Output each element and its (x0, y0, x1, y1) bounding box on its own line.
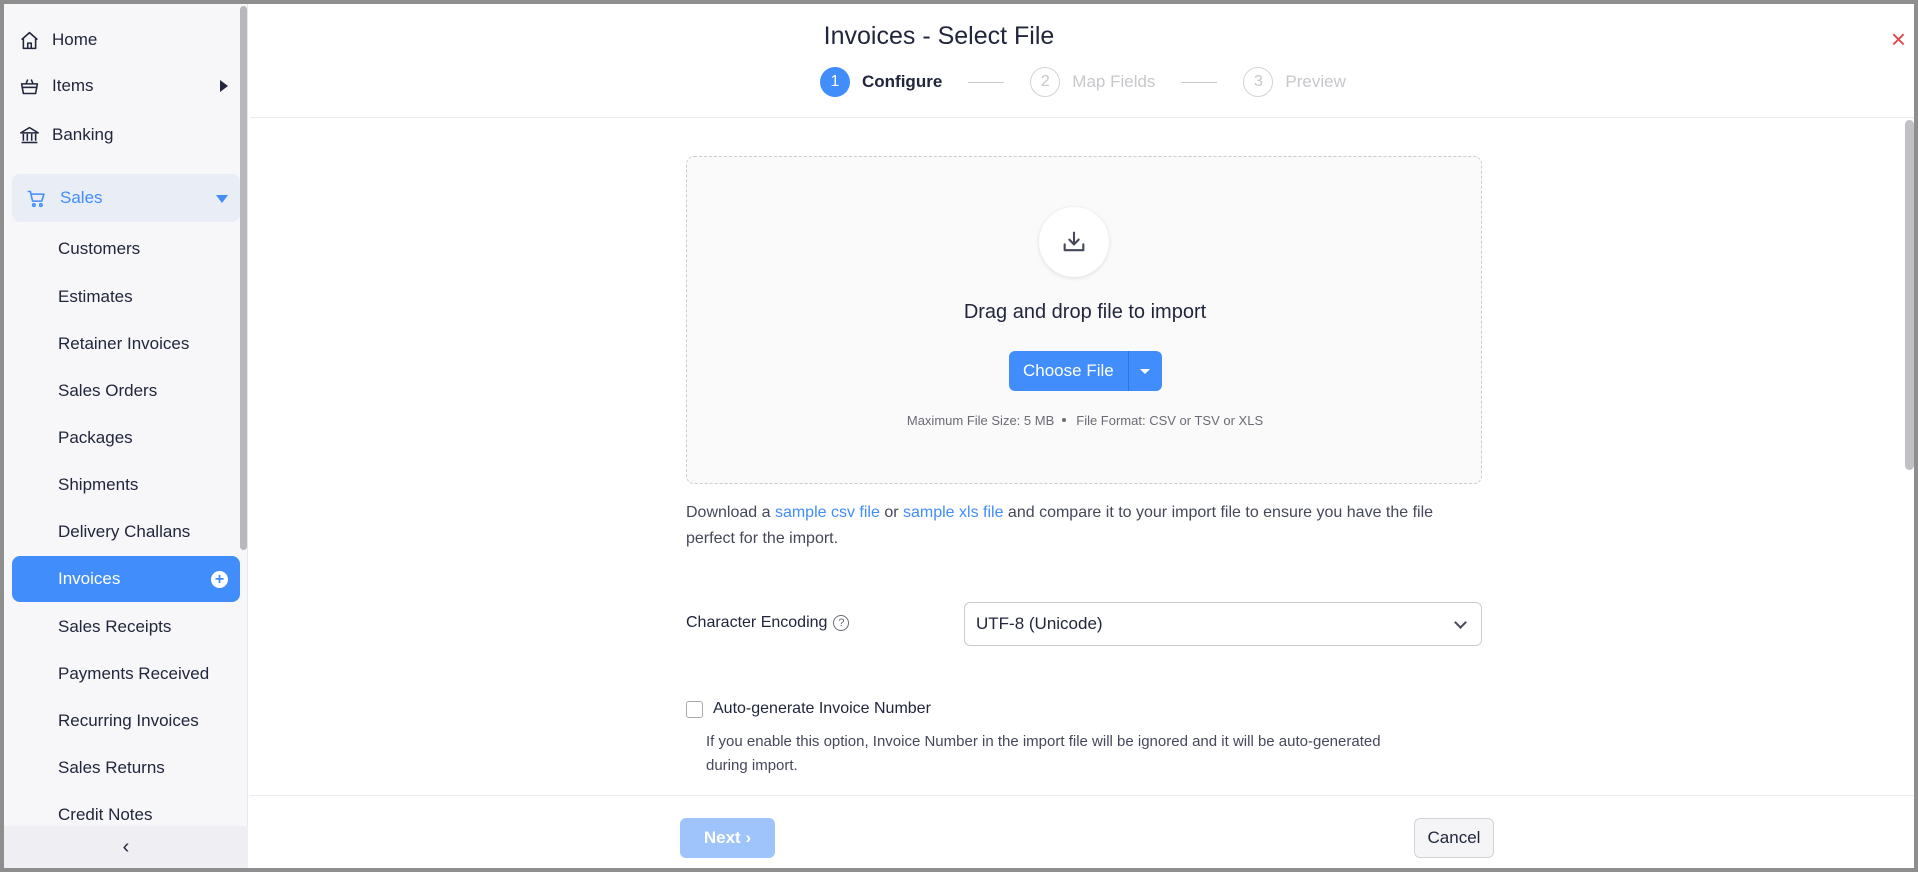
sidebar-item-label: Packages (58, 428, 133, 447)
sidebar-item-label: Credit Notes (58, 805, 153, 824)
home-icon (18, 29, 40, 51)
sidebar-item-label: Shipments (58, 475, 139, 494)
auto-generate-label[interactable]: Auto-generate Invoice Number (713, 700, 931, 718)
sidebar: Home Items Banking Sales Customers Estim… (4, 4, 248, 868)
collapse-arrow-icon[interactable] (216, 195, 228, 203)
sidebar-item-label: Payments Received (58, 664, 210, 683)
sample-download-text: Download a sample csv file or sample xls… (686, 500, 1486, 552)
cancel-button[interactable]: Cancel (1414, 818, 1494, 858)
sidebar-item-sales-returns[interactable]: Sales Returns (12, 745, 240, 791)
choose-file-label[interactable]: Choose File (1009, 351, 1129, 391)
sidebar-item-label: Sales Receipts (58, 617, 172, 636)
step-label: Configure (862, 72, 943, 91)
page-title: Invoices - Select File (823, 22, 1055, 50)
sidebar-item-label: Banking (52, 125, 114, 144)
sidebar-item-label: Sales Returns (58, 758, 165, 777)
step-number: 3 (1243, 67, 1274, 97)
step-number: 2 (1030, 67, 1061, 97)
file-requirements: Maximum File Size: 5 MB File Format: CSV … (687, 413, 1483, 428)
sidebar-item-sales-receipts[interactable]: Sales Receipts (12, 604, 240, 650)
step-divider (968, 81, 1005, 83)
max-file-size: Maximum File Size: 5 MB (906, 413, 1055, 428)
sample-xls-link[interactable]: sample xls file (903, 504, 1003, 521)
sidebar-item-invoices[interactable]: Invoices + (12, 556, 240, 602)
file-dropzone[interactable]: Drag and drop file to import Choose File… (686, 156, 1482, 484)
app-window: Home Items Banking Sales Customers Estim… (4, 4, 1914, 868)
choose-file-dropdown[interactable] (1129, 351, 1162, 391)
step-map-fields: 2 Map Fields (1030, 67, 1155, 97)
auto-generate-row: Auto-generate Invoice Number (686, 700, 931, 718)
caret-down-icon (1140, 368, 1151, 374)
chevron-right-icon: › (745, 828, 752, 847)
next-label: Next (703, 828, 741, 847)
header: Invoices - Select File × 1 Configure 2 M… (250, 4, 1914, 118)
collapse-sidebar-button[interactable]: ‹ (4, 826, 248, 868)
sidebar-item-packages[interactable]: Packages (12, 415, 240, 461)
step-configure: 1 Configure (820, 67, 942, 97)
sidebar-item-label: Home (52, 30, 98, 49)
download-middle: or (879, 504, 903, 521)
bank-icon (18, 124, 40, 146)
auto-generate-description: If you enable this option, Invoice Numbe… (706, 733, 1381, 774)
chevron-down-icon (1454, 616, 1467, 629)
sidebar-item-label: Customers (58, 239, 141, 258)
sidebar-item-payments-received[interactable]: Payments Received (12, 651, 240, 697)
sidebar-item-home[interactable]: Home (18, 22, 240, 58)
sidebar-item-sales-orders[interactable]: Sales Orders (12, 368, 240, 414)
sidebar-item-label: Estimates (58, 287, 133, 306)
chevron-left-icon: ‹ (122, 835, 130, 858)
step-divider (1181, 81, 1218, 83)
sidebar-item-retainer-invoices[interactable]: Retainer Invoices (12, 321, 240, 367)
encoding-value: UTF-8 (Unicode) (976, 614, 1103, 633)
close-icon[interactable]: × (1891, 24, 1906, 55)
sidebar-item-label: Recurring Invoices (58, 711, 199, 730)
bullet-dot (1062, 418, 1067, 422)
sidebar-item-banking[interactable]: Banking (18, 117, 240, 153)
cart-icon (26, 187, 48, 209)
sidebar-item-label: Sales (60, 188, 103, 207)
sidebar-item-label: Sales Orders (58, 381, 158, 400)
sidebar-item-customers[interactable]: Customers (12, 226, 240, 272)
import-panel: Invoices - Select File × 1 Configure 2 M… (250, 4, 1914, 868)
encoding-select[interactable]: UTF-8 (Unicode) (964, 602, 1482, 646)
main-scrollbar[interactable] (1905, 120, 1914, 470)
add-invoice-icon[interactable]: + (211, 571, 228, 588)
sidebar-item-recurring-invoices[interactable]: Recurring Invoices (12, 698, 240, 744)
footer: Next › Cancel (250, 795, 1914, 868)
sidebar-item-label: Retainer Invoices (58, 334, 190, 353)
sample-csv-link[interactable]: sample csv file (775, 504, 880, 521)
basket-icon (18, 75, 40, 97)
step-label: Map Fields (1072, 72, 1156, 91)
auto-generate-checkbox[interactable] (686, 700, 703, 718)
sidebar-item-label: Invoices (58, 569, 121, 588)
sidebar-item-items[interactable]: Items (18, 68, 240, 104)
download-icon (1039, 207, 1109, 277)
step-number: 1 (820, 67, 850, 97)
sidebar-item-label: Delivery Challans (58, 522, 191, 541)
sidebar-scrollbar[interactable] (240, 6, 247, 550)
step-preview: 3 Preview (1243, 67, 1346, 97)
drag-drop-text: Drag and drop file to import (963, 301, 1207, 323)
sidebar-item-shipments[interactable]: Shipments (12, 462, 240, 508)
stepper: 1 Configure 2 Map Fields 3 Preview (820, 66, 1346, 98)
step-label: Preview (1285, 72, 1346, 91)
help-icon[interactable]: ? (833, 615, 850, 631)
encoding-label: Character Encoding (686, 614, 828, 631)
sidebar-item-estimates[interactable]: Estimates (12, 274, 240, 320)
sidebar-item-sales[interactable]: Sales (12, 174, 240, 222)
expand-arrow-icon[interactable] (220, 80, 228, 92)
sidebar-item-label: Items (52, 76, 94, 95)
file-format: File Format: CSV or TSV or XLS (1076, 413, 1264, 428)
choose-file-button[interactable]: Choose File (1009, 351, 1162, 391)
download-prefix: Download a (686, 504, 775, 521)
next-button[interactable]: Next › (680, 818, 775, 858)
sidebar-item-delivery-challans[interactable]: Delivery Challans (12, 509, 240, 555)
encoding-label-row: Character Encoding ? (686, 614, 850, 632)
